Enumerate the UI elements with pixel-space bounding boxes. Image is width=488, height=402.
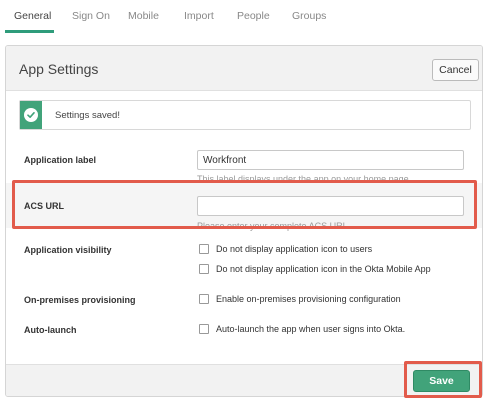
- application-label-input[interactable]: [197, 150, 464, 170]
- provisioning-option[interactable]: Enable on-premises provisioning configur…: [199, 294, 401, 304]
- hide-icon-users-option[interactable]: Do not display application icon to users: [199, 244, 372, 254]
- alert-icon-box: [20, 101, 42, 129]
- acs-url-input[interactable]: [197, 196, 464, 216]
- provisioning-text: Enable on-premises provisioning configur…: [216, 294, 401, 304]
- auto-launch-option[interactable]: Auto-launch the app when user signs into…: [199, 324, 405, 334]
- hide-icon-mobile-text: Do not display application icon in the O…: [216, 264, 431, 274]
- tab-people[interactable]: People: [237, 10, 270, 22]
- provisioning-label: On-premises provisioning: [24, 295, 136, 305]
- check-icon: [24, 108, 38, 122]
- acs-url-label: ACS URL: [24, 201, 64, 211]
- tab-sign-on[interactable]: Sign On: [72, 10, 110, 22]
- auto-launch-text: Auto-launch the app when user signs into…: [216, 324, 406, 334]
- cancel-button[interactable]: Cancel: [432, 59, 479, 81]
- hide-icon-users-checkbox[interactable]: [199, 244, 209, 254]
- save-button[interactable]: Save: [413, 370, 470, 392]
- auto-launch-label: Auto-launch: [24, 325, 77, 335]
- panel-footer: [6, 364, 482, 396]
- hide-icon-mobile-checkbox[interactable]: [199, 264, 209, 274]
- active-tab-indicator: [5, 30, 54, 33]
- tab-general[interactable]: General: [14, 10, 51, 22]
- auto-launch-checkbox[interactable]: [199, 324, 209, 334]
- hide-icon-users-text: Do not display application icon to users: [216, 244, 373, 254]
- acs-url-hint: Please enter your complete ACS URL.: [197, 221, 351, 231]
- hide-icon-mobile-option[interactable]: Do not display application icon in the O…: [199, 264, 431, 274]
- panel-header: App Settings Cancel: [6, 46, 482, 91]
- provisioning-checkbox[interactable]: [199, 294, 209, 304]
- tab-import[interactable]: Import: [184, 10, 214, 22]
- success-alert: Settings saved!: [19, 100, 471, 130]
- tab-groups[interactable]: Groups: [292, 10, 326, 22]
- alert-text: Settings saved!: [55, 110, 120, 121]
- tab-bar: General Sign On Mobile Import People Gro…: [0, 0, 488, 34]
- app-settings-panel: App Settings Cancel Settings saved! Appl…: [5, 45, 483, 397]
- tab-mobile[interactable]: Mobile: [128, 10, 159, 22]
- application-label-label: Application label: [24, 155, 97, 165]
- application-visibility-label: Application visibility: [24, 245, 112, 255]
- panel-title: App Settings: [19, 61, 99, 77]
